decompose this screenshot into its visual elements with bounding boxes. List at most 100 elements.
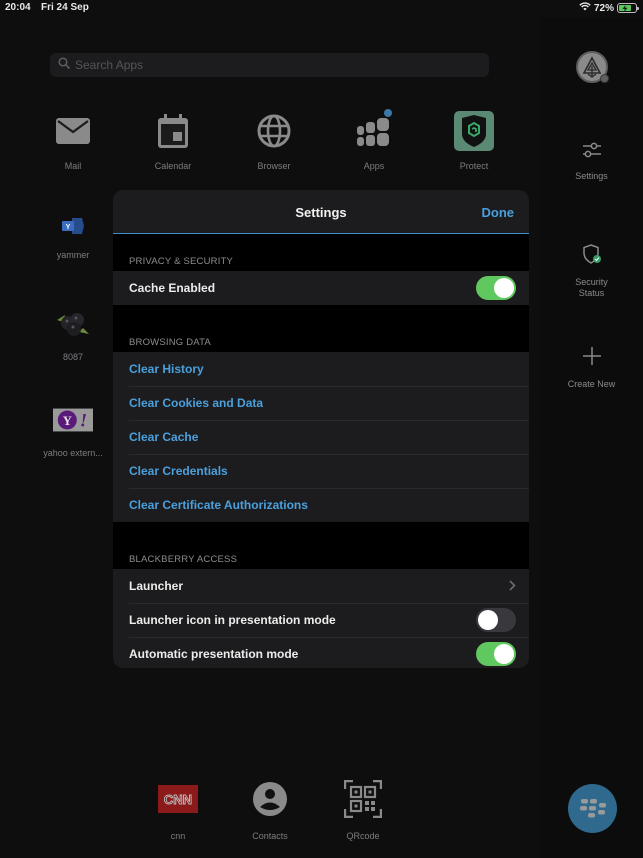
row-cache-enabled: Cache Enabled	[113, 271, 529, 305]
status-bar: 20:04 Fri 24 Sep 72%	[0, 0, 643, 18]
qrcode-icon	[343, 779, 383, 819]
contacts-icon	[250, 779, 290, 819]
clear-cookies-button[interactable]: Clear Cookies and Data	[113, 386, 529, 420]
svg-text:Y: Y	[66, 224, 71, 231]
settings-header: Settings Done	[113, 190, 529, 234]
search-input[interactable]	[75, 58, 475, 72]
toggle-knob	[478, 610, 498, 630]
svg-text:Y: Y	[63, 414, 72, 428]
app-label: Browser	[257, 161, 291, 171]
search-icon	[58, 56, 70, 74]
dock-app-qrcode[interactable]: QRcode	[323, 779, 403, 841]
cache-enabled-toggle[interactable]	[476, 276, 516, 300]
notification-badge	[384, 109, 392, 117]
section-header-blackberry-access: BLACKBERRY ACCESS	[129, 554, 238, 565]
protect-icon	[454, 111, 494, 151]
search-bar[interactable]	[50, 53, 489, 77]
row-label: Cache Enabled	[129, 281, 216, 295]
done-button[interactable]: Done	[482, 205, 515, 220]
rail-item-label: Settings	[575, 171, 608, 181]
app-mail[interactable]: Mail	[28, 111, 118, 171]
rail-item-create-new[interactable]: Create New	[540, 346, 643, 390]
clear-credentials-button[interactable]: Clear Credentials	[113, 454, 529, 488]
row-label: Clear Cache	[129, 430, 199, 444]
rail-item-settings[interactable]: Settings	[540, 142, 643, 182]
privacy-group: Cache Enabled	[113, 271, 529, 305]
mail-icon	[53, 111, 93, 151]
row-label: Clear Credentials	[129, 464, 228, 478]
app-label: yahoo extern...	[43, 448, 103, 458]
rail-item-label: Create New	[567, 379, 616, 389]
app-yahoo[interactable]: Y! yahoo extern...	[28, 402, 118, 458]
app-8087[interactable]: 8087	[28, 306, 118, 362]
row-label: Clear History	[129, 362, 204, 376]
rail-item-security-status[interactable]: Security Status	[540, 244, 643, 299]
app-label: yammer	[56, 250, 90, 260]
row-label: Clear Cookies and Data	[129, 396, 264, 410]
dock-app-contacts[interactable]: Contacts	[230, 779, 310, 841]
blackberry-access-group: Launcher Launcher icon in presentation m…	[113, 569, 529, 668]
calendar-icon	[153, 111, 193, 151]
profile-avatar-icon	[582, 56, 602, 78]
row-automatic-presentation: Automatic presentation mode	[113, 637, 529, 668]
row-launcher[interactable]: Launcher	[113, 569, 529, 603]
rail-item-label: Security Status	[575, 277, 608, 298]
settings-title: Settings	[295, 205, 347, 220]
svg-text:!: !	[80, 411, 87, 432]
wifi-icon	[579, 2, 591, 14]
app-protect[interactable]: Protect	[429, 111, 519, 171]
row-label: Automatic presentation mode	[129, 647, 299, 661]
row-launcher-icon-presentation: Launcher icon in presentation mode	[113, 603, 529, 637]
battery-icon	[617, 3, 639, 13]
app-browser[interactable]: Browser	[229, 111, 319, 171]
shield-check-icon	[540, 244, 643, 267]
app-label: Mail	[64, 161, 82, 171]
apps-icon	[354, 109, 394, 151]
right-rail: Settings Security Status Create New	[540, 18, 643, 858]
profile-avatar[interactable]	[576, 51, 609, 83]
blackberry-logo-icon	[579, 798, 606, 817]
row-label: Clear Certificate Authorizations	[129, 498, 308, 512]
battery-percent: 72%	[593, 2, 614, 14]
dock-app-label: Contacts	[252, 831, 288, 841]
app-label: Protect	[459, 161, 489, 171]
clear-certificate-authorizations-button[interactable]: Clear Certificate Authorizations	[113, 488, 529, 522]
blackberry-launcher-button[interactable]	[568, 784, 617, 833]
clear-history-button[interactable]: Clear History	[113, 352, 529, 386]
globe-icon	[254, 111, 294, 151]
app-label: 8087	[62, 352, 84, 362]
chevron-right-icon	[509, 578, 516, 594]
yahoo-icon: Y!	[53, 402, 93, 438]
app-label: Calendar	[154, 161, 192, 171]
dock-app-cnn[interactable]: CNN cnn	[138, 779, 218, 841]
app-apps[interactable]: Apps	[329, 109, 419, 171]
app-label: Apps	[363, 161, 385, 171]
presence-dot	[600, 74, 609, 83]
toggle-knob	[494, 644, 514, 664]
dock-app-label: QRcode	[346, 831, 380, 841]
app-calendar[interactable]: Calendar	[128, 111, 218, 171]
section-header-browsing-data: BROWSING DATA	[129, 337, 211, 348]
automatic-presentation-toggle[interactable]	[476, 642, 516, 666]
charging-bolt-icon	[622, 4, 628, 12]
app-yammer[interactable]: Y yammer	[28, 212, 118, 260]
yammer-icon: Y	[53, 212, 93, 240]
sliders-icon	[540, 142, 643, 161]
status-time: 20:04	[5, 2, 31, 13]
battery-level	[619, 4, 631, 12]
section-header-privacy: PRIVACY & SECURITY	[129, 256, 234, 267]
row-label: Launcher	[129, 579, 184, 593]
toggle-knob	[494, 278, 514, 298]
cnn-logo-text: CNN	[164, 792, 192, 807]
settings-modal: Settings Done PRIVACY & SECURITY Cache E…	[113, 190, 529, 668]
status-date: Fri 24 Sep	[41, 2, 89, 13]
blackberries-icon	[53, 306, 93, 342]
clear-cache-button[interactable]: Clear Cache	[113, 420, 529, 454]
row-label: Launcher icon in presentation mode	[129, 613, 336, 627]
status-right: 72%	[579, 2, 639, 14]
browsing-data-group: Clear History Clear Cookies and Data Cle…	[113, 352, 529, 522]
plus-icon	[540, 346, 643, 369]
dock-app-label: cnn	[170, 831, 186, 841]
cnn-icon: CNN	[158, 779, 198, 819]
launcher-icon-presentation-toggle[interactable]	[476, 608, 516, 632]
